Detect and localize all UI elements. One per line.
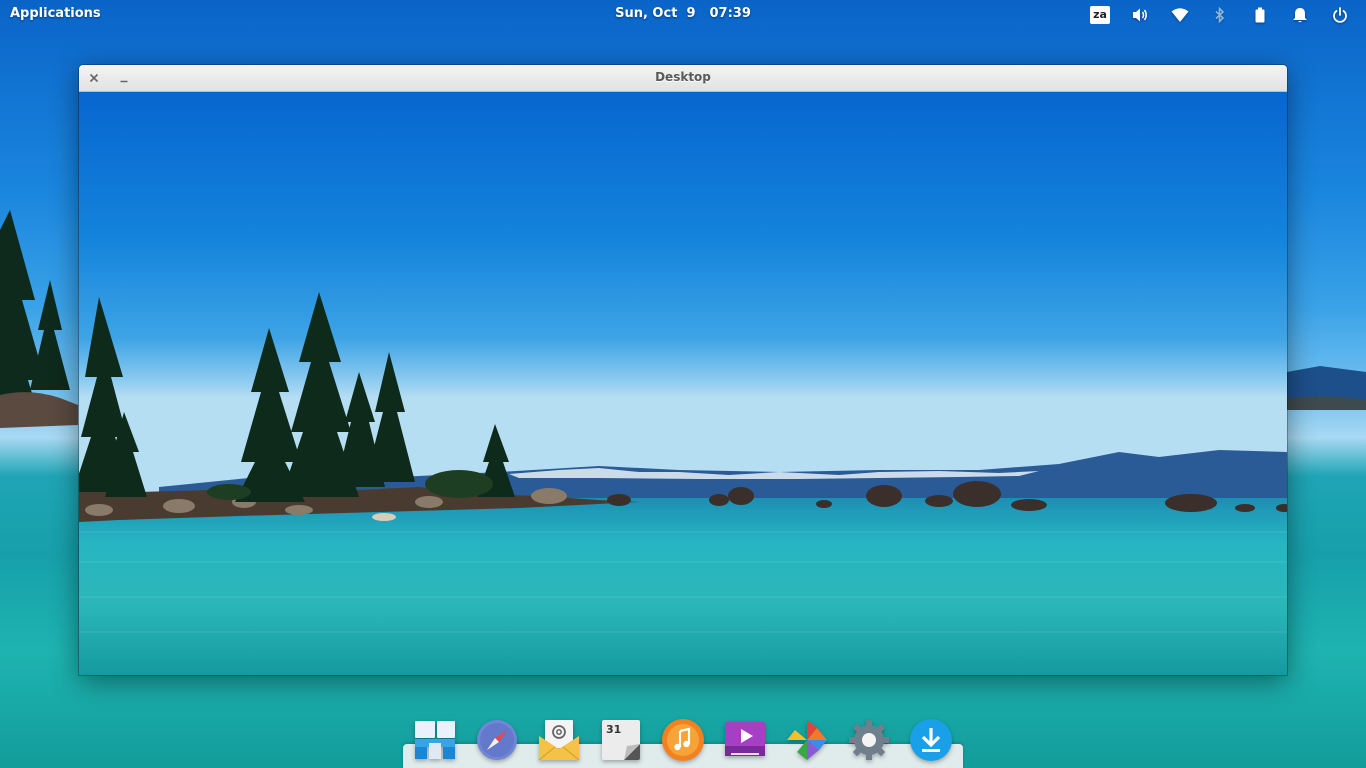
notifications-icon [1293, 8, 1307, 23]
desktop-window: Desktop [79, 65, 1287, 675]
time-label: 07:39 [709, 6, 751, 21]
dock-videos[interactable] [721, 716, 769, 764]
volume-icon [1133, 8, 1148, 22]
sound-indicator[interactable] [1120, 4, 1160, 26]
mail-icon [538, 720, 580, 761]
session-indicator[interactable] [1320, 4, 1360, 26]
window-titlebar[interactable]: Desktop [79, 65, 1287, 92]
dock: 31 [403, 712, 963, 768]
lake-landscape-image [79, 92, 1287, 675]
videos-icon [725, 722, 765, 756]
dock-multitasking-view[interactable] [411, 716, 459, 764]
top-panel: Applications Sun, Oct 9 07:39 za [0, 0, 1366, 28]
battery-icon [1255, 7, 1265, 23]
downloads-icon [910, 719, 952, 761]
network-indicator[interactable] [1160, 4, 1200, 26]
photos-icon [787, 720, 827, 760]
dock-photos[interactable] [783, 716, 831, 764]
dock-web-browser[interactable] [473, 716, 521, 764]
dock-calendar[interactable]: 31 [597, 716, 645, 764]
power-icon [1333, 7, 1347, 23]
notifications-indicator[interactable] [1280, 4, 1320, 26]
dock-settings[interactable] [845, 716, 893, 764]
calendar-day: 31 [606, 723, 621, 736]
keyboard-layout-indicator[interactable]: za [1080, 4, 1120, 26]
calendar-icon: 31 [602, 720, 640, 760]
window-title: Desktop [655, 70, 711, 84]
music-icon [662, 719, 704, 761]
web-browser-icon [477, 720, 517, 760]
date-label: Sun, Oct 9 [615, 6, 696, 21]
settings-icon [849, 720, 889, 760]
wallpaper-preview [79, 92, 1287, 675]
dock-downloads[interactable] [907, 716, 955, 764]
keyboard-layout-icon: za [1090, 6, 1110, 24]
dock-mail[interactable] [535, 716, 583, 764]
indicator-area: za [1080, 4, 1360, 26]
multitasking-view-icon [415, 721, 455, 759]
power-status-indicator[interactable] [1240, 4, 1280, 26]
dock-music[interactable] [659, 716, 707, 764]
bluetooth-indicator[interactable] [1200, 4, 1240, 26]
wifi-icon [1171, 8, 1189, 22]
bluetooth-icon [1215, 7, 1225, 23]
